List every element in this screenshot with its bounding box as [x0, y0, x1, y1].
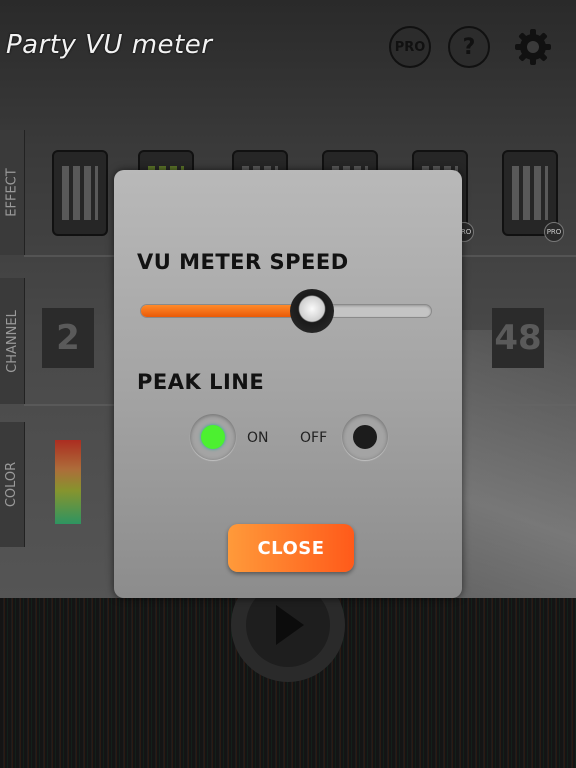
peak-heading: PEAK LINE [137, 370, 265, 394]
pro-button[interactable]: PRO [389, 26, 431, 68]
radio-unselected-dot [353, 425, 377, 449]
channel-option-48[interactable]: 48 [492, 308, 544, 368]
speed-slider[interactable] [140, 289, 432, 333]
channel-option-2[interactable]: 2 [42, 308, 94, 368]
peak-on-label: ON [247, 430, 269, 446]
tab-color[interactable]: COLOR [0, 422, 25, 547]
settings-dialog: VU METER SPEED PEAK LINE ON OFF CLOSE [114, 170, 462, 598]
tab-channel[interactable]: CHANNEL [0, 278, 25, 404]
tab-channel-label: CHANNEL [4, 309, 20, 373]
color-swatch[interactable] [55, 440, 81, 524]
tab-effect[interactable]: EFFECT [0, 130, 25, 255]
effect-thumb-6[interactable]: PRO [502, 150, 564, 242]
peak-off-label: OFF [300, 430, 328, 446]
effect-thumb-1[interactable] [52, 150, 108, 236]
speed-heading: VU METER SPEED [137, 250, 349, 274]
radio-selected-dot [201, 425, 225, 449]
peak-on-radio[interactable] [190, 414, 236, 460]
help-button[interactable]: ? [448, 26, 490, 68]
slider-fill [141, 305, 313, 317]
close-button[interactable]: CLOSE [228, 524, 354, 572]
slider-thumb[interactable] [290, 289, 335, 333]
play-icon [276, 605, 304, 645]
peak-off-radio[interactable] [342, 414, 388, 460]
app-title: Party VU meter [6, 30, 213, 60]
gear-icon[interactable] [512, 26, 554, 68]
pro-badge: PRO [544, 222, 564, 242]
tab-effect-label: EFFECT [4, 168, 20, 217]
tab-color-label: COLOR [4, 461, 20, 508]
